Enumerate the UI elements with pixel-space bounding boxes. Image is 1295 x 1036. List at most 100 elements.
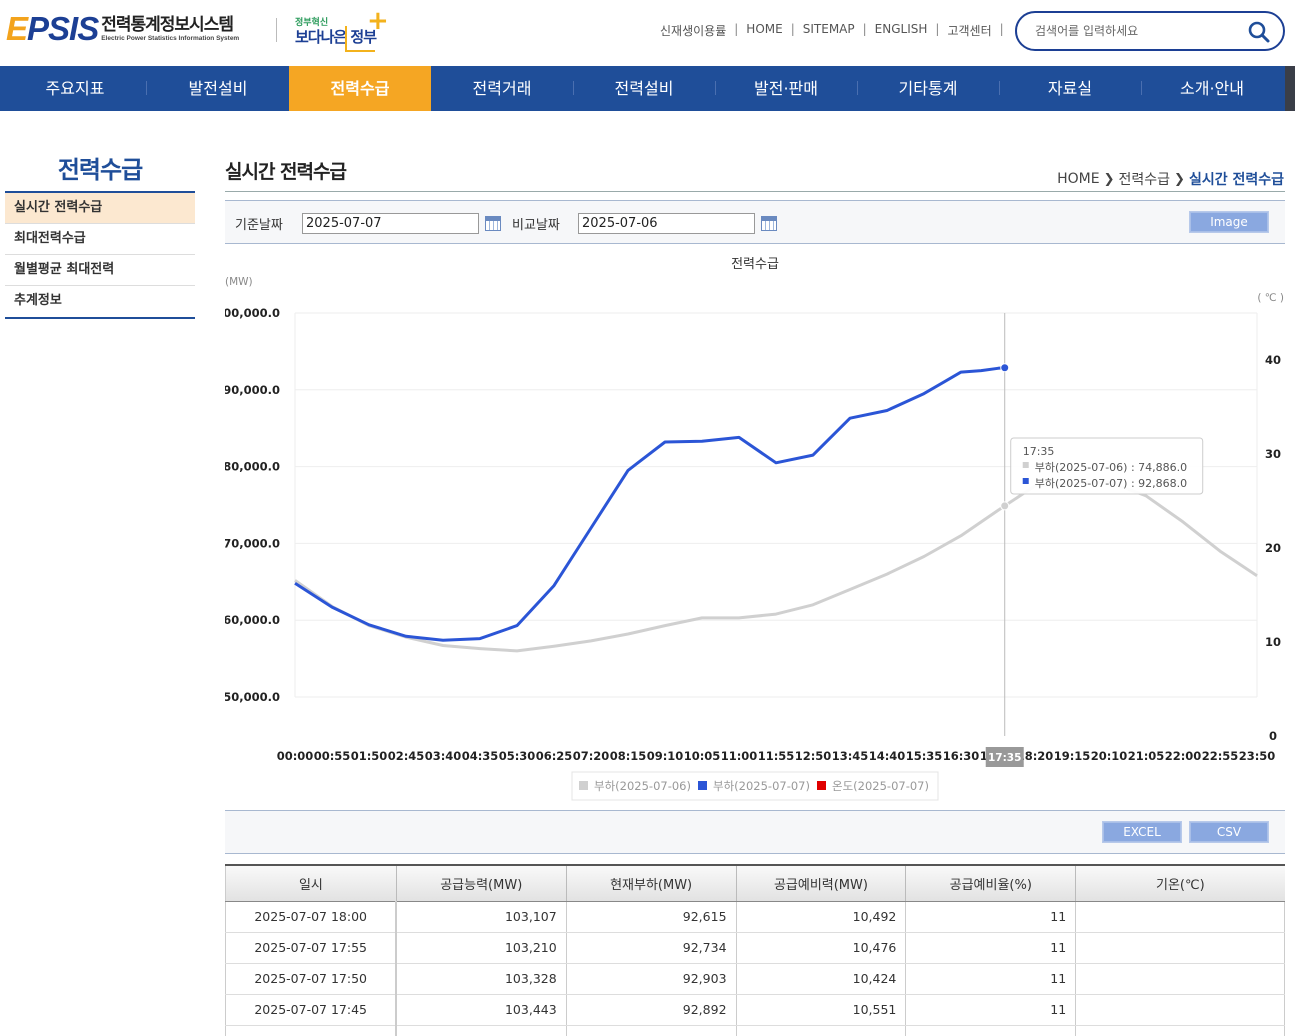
logo-english-name: Electric Power Statistics Information Sy… <box>101 35 240 42</box>
breadcrumb-power-supply[interactable]: 전력수급 <box>1119 169 1171 189</box>
table-header-row: 일시 공급능력(MW) 현재부하(MW) 공급예비력(MW) 공급예비율(%) … <box>225 864 1285 902</box>
site-header: EPSIS 전력통계정보시스템 Electric Power Statistic… <box>0 0 1295 66</box>
util-link-sitemap[interactable]: SITEMAP <box>803 22 855 39</box>
logo-mark: EPSIS <box>6 10 99 47</box>
legend-swatch <box>579 781 588 790</box>
x-tick-label: 14:40 <box>869 749 906 763</box>
side-navigation: 실시간 전력수급 최대전력수급 월별평균 최대전력 추계정보 <box>5 191 195 319</box>
gnb-item-generation-facilities[interactable]: 발전설비 <box>147 66 289 111</box>
lnb-item-monthly-average-peak[interactable]: 월별평균 최대전력 <box>5 255 195 286</box>
table-cell: 2025-07-07 17:50 <box>225 963 398 995</box>
gnb-item-data-room[interactable]: 자료실 <box>999 66 1141 111</box>
breadcrumb: HOME ❯ 전력수급 ❯ 실시간 전력수급 <box>1057 169 1284 189</box>
x-tick-label: 03:40 <box>425 749 462 763</box>
tooltip-row-2025-07-07: 부하(2025-07-07) : 92,868.0 <box>1035 476 1187 490</box>
y-tick-label: 90,000.0 <box>225 383 280 397</box>
x-tick-label: 08:15 <box>610 749 647 763</box>
table-cell: 103,210 <box>395 932 567 964</box>
table-cell <box>395 1025 567 1036</box>
table-cell <box>1075 901 1285 933</box>
base-date-input[interactable] <box>302 213 479 234</box>
util-separator: | <box>734 22 739 36</box>
gnb-item-generation-sales[interactable]: 발전·판매 <box>715 66 857 111</box>
column-header-temperature: 기온(℃) <box>1075 864 1285 902</box>
table-cell: 92,892 <box>565 994 737 1026</box>
x-tick-label: 02:45 <box>388 749 425 763</box>
x-tick-label: 06:25 <box>536 749 573 763</box>
table-cell <box>735 1025 906 1036</box>
table-cell <box>905 1025 1076 1036</box>
table-cell: 2025-07-07 18:00 <box>225 901 398 933</box>
search-input[interactable] <box>1035 22 1235 40</box>
x-tick-label: 13:45 <box>832 749 869 763</box>
epsis-logo[interactable]: EPSIS 전력통계정보시스템 Electric Power Statistic… <box>6 12 239 46</box>
date-filter-bar: 기준날짜 비교날짜 Image <box>225 200 1285 244</box>
y2-tick-label: 10 <box>1265 635 1281 649</box>
x-tick-label: 19:15 <box>1054 749 1091 763</box>
logo-mark-initial: E <box>6 10 28 47</box>
util-separator: | <box>999 22 1004 36</box>
column-header-reserve-rate: 공급예비율(%) <box>905 864 1076 902</box>
table-cell: 11 <box>905 963 1076 995</box>
gnb-item-power-facilities[interactable]: 전력설비 <box>573 66 715 111</box>
gnb-item-other-statistics[interactable]: 기타통계 <box>857 66 999 111</box>
table-row: 2025-07-07 17:55 103,210 92,734 10,476 1… <box>225 932 1285 964</box>
y2-tick-label: 40 <box>1265 353 1281 367</box>
x-tick-label: 05:30 <box>499 749 536 763</box>
tooltip-time: 17:35 <box>1023 445 1055 458</box>
gnb-item-about[interactable]: 소개·안내 <box>1141 66 1283 111</box>
table-cell <box>565 1025 737 1036</box>
x-tick-label: 11:00 <box>721 749 758 763</box>
search-box <box>1015 11 1285 51</box>
gnb-item-power-supply[interactable]: 전력수급 <box>289 66 431 111</box>
util-link-renewable[interactable]: 신재생이용률 <box>660 22 726 39</box>
lnb-item-realtime-supply[interactable]: 실시간 전력수급 <box>5 193 195 224</box>
compare-date-input[interactable] <box>578 213 755 234</box>
lnb-item-peak-supply[interactable]: 최대전력수급 <box>5 224 195 255</box>
hover-point-2025-07-07 <box>1000 363 1010 373</box>
csv-export-button[interactable]: CSV <box>1189 821 1269 843</box>
y-axis-unit-label: (MW) <box>225 276 253 288</box>
y2-tick-label: 20 <box>1265 541 1281 555</box>
breadcrumb-home[interactable]: HOME <box>1057 171 1099 187</box>
gnb-item-power-trading[interactable]: 전력거래 <box>431 66 573 111</box>
table-cell: 103,443 <box>395 994 567 1026</box>
chart-canvas: 전력수급 (MW) ( ℃ ) 100,000.0 90,000.0 80,000.0 70… <box>225 257 1284 801</box>
utility-links: 신재생이용률 | HOME | SITEMAP | ENGLISH | 고객센터 | <box>660 22 1012 39</box>
util-link-customer-center[interactable]: 고객센터 <box>947 22 991 39</box>
tooltip-row-2025-07-06: 부하(2025-07-06) : 74,886.0 <box>1035 460 1187 474</box>
search-button[interactable] <box>1247 20 1271 44</box>
x-tick-label: 16:30 <box>943 749 980 763</box>
excel-export-button[interactable]: EXCEL <box>1102 821 1182 843</box>
table-cell: 103,328 <box>395 963 567 995</box>
tooltip-swatch-2025-07-07 <box>1022 478 1029 484</box>
legend-swatch <box>817 781 826 790</box>
lnb-item-estimate-info[interactable]: 추계정보 <box>5 286 195 317</box>
crosshair-label: 17:35 <box>988 752 1021 764</box>
table-cell: 11 <box>905 901 1076 933</box>
util-separator: | <box>790 22 795 36</box>
hover-point-2025-07-06 <box>1000 501 1010 511</box>
calendar-icon[interactable] <box>485 216 501 231</box>
table-cell: 10,492 <box>735 901 906 933</box>
y-tick-label: 100,000.0 <box>225 306 280 320</box>
x-tick-label: 12:50 <box>795 749 832 763</box>
column-header-supply-capacity: 공급능력(MW) <box>395 864 567 902</box>
util-link-home[interactable]: HOME <box>746 22 782 39</box>
util-separator: | <box>862 22 867 36</box>
export-bar: EXCEL CSV <box>225 810 1285 854</box>
util-link-english[interactable]: ENGLISH <box>875 22 928 39</box>
x-tick-label: 09:10 <box>647 749 684 763</box>
gnb-item-key-indicators[interactable]: 주요지표 <box>4 66 146 111</box>
table-cell: 10,476 <box>735 932 906 964</box>
y2-tick-label: 30 <box>1265 447 1281 461</box>
gnb-edge <box>1285 66 1295 111</box>
calendar-icon[interactable] <box>761 216 777 231</box>
image-button[interactable]: Image <box>1189 211 1269 233</box>
y-tick-label: 50,000.0 <box>225 690 280 704</box>
logo-divider <box>276 18 277 42</box>
x-tick-label: 22:00 <box>1165 749 1202 763</box>
table-cell: 10,424 <box>735 963 906 995</box>
table-row: 2025-07-07 17:45 103,443 92,892 10,551 1… <box>225 994 1285 1026</box>
breadcrumb-current[interactable]: 실시간 전력수급 <box>1189 169 1284 189</box>
